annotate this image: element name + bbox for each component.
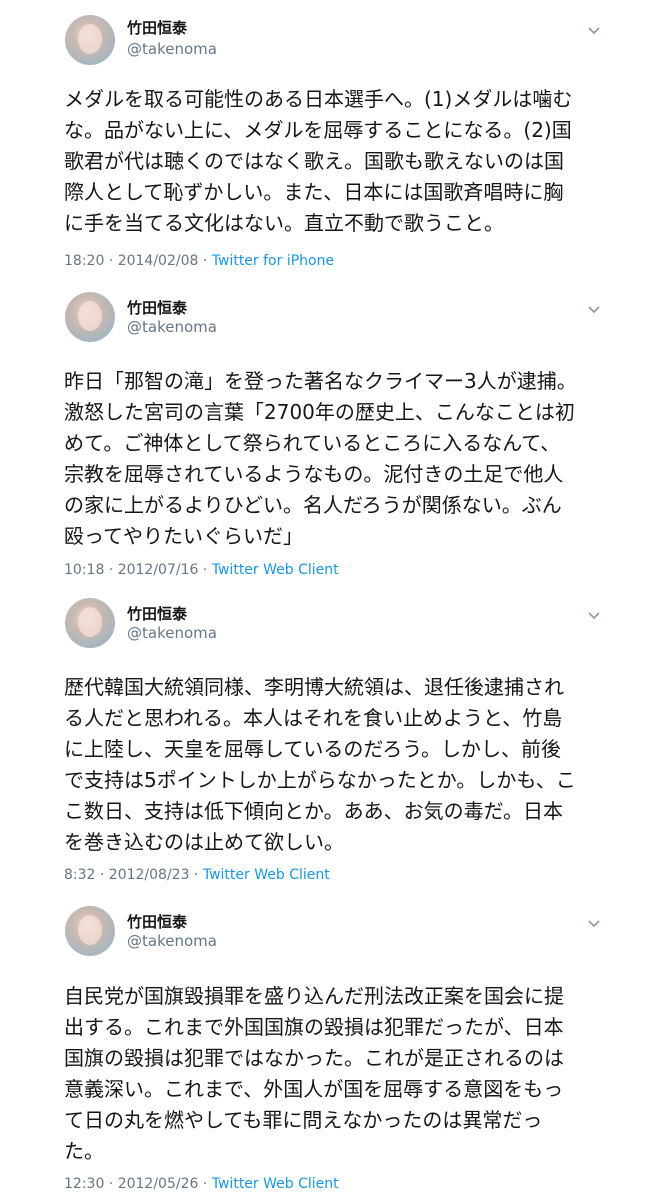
avatar[interactable] xyxy=(65,15,115,65)
tweet-source-link[interactable]: Twitter Web Client xyxy=(203,867,330,883)
tweet-text-line: て日の丸を燃やしても罪に問えなかったのは異常だっ xyxy=(64,1108,543,1132)
tweet-text: 自民党が国旗毀損罪を盛り込んだ刑法改正案を国会に提 出する。これまで外国国旗の毀… xyxy=(64,981,624,1167)
tweet-timestamp[interactable]: 18:20 · 2014/02/08 · xyxy=(64,253,212,269)
tweet-text-line: 自民党が国旗毀損罪を盛り込んだ刑法改正案を国会に提 xyxy=(64,984,564,1008)
tweet-text-line: な。品がない上に、メダルを屈辱することになる。(2)国 xyxy=(64,118,572,142)
tweet-meta: 10:18 · 2012/07/16 · Twitter Web Client xyxy=(64,561,339,579)
chevron-down-icon[interactable] xyxy=(586,301,602,317)
tweet-text-line: で支持は5ポイントしか上がらなかったとか。しかも、こ xyxy=(64,768,576,792)
tweet-meta: 18:20 · 2014/02/08 · Twitter for iPhone xyxy=(64,252,334,270)
tweet-text-line: 昨日「那智の滝」を登った著名なクライマー3人が逮捕。 xyxy=(64,369,577,393)
author-name[interactable]: 竹田恒泰 xyxy=(127,18,187,38)
tweet-text-line: 歌君が代は聴くのではなく歌え。国歌も歌えないのは国 xyxy=(64,149,564,173)
tweet-meta: 12:30 · 2012/05/26 · Twitter Web Client xyxy=(64,1175,339,1193)
tweet-text-line: 殴ってやりたいぐらいだ」 xyxy=(64,524,303,548)
tweet-text: 歴代韓国大統領同様、李明博大統領は、退任後逮捕され る人だと思われる。本人はそれ… xyxy=(64,672,624,858)
tweet-text-line: 歴代韓国大統領同様、李明博大統領は、退任後逮捕され xyxy=(64,675,564,699)
author-handle[interactable]: @takenoma xyxy=(127,317,217,337)
tweet-text-line: る人だと思われる。本人はそれを食い止めようと、竹島 xyxy=(64,706,563,730)
tweet-text-line: た。 xyxy=(64,1139,104,1163)
author-name[interactable]: 竹田恒泰 xyxy=(127,604,187,624)
tweet-text-line: めて。ご神体として祭られているところに入るなんて、 xyxy=(64,431,561,455)
tweet-timestamp[interactable]: 10:18 · 2012/07/16 · xyxy=(64,562,212,578)
tweet-text-line: の家に上がるよりひどい。名人だろうが関係ない。ぶん xyxy=(64,493,562,517)
tweet-meta: 8:32 · 2012/08/23 · Twitter Web Client xyxy=(64,866,330,884)
tweet-text-line: 宗教を屈辱されているようなもの。泥付きの土足で他人 xyxy=(64,462,564,486)
tweet-timestamp[interactable]: 12:30 · 2012/05/26 · xyxy=(64,1176,212,1192)
tweet-text-line: 際人として恥ずかしい。また、日本には国歌斉唱時に胸 xyxy=(64,180,564,204)
tweet-source-link[interactable]: Twitter Web Client xyxy=(212,1176,339,1192)
tweet-text-line: 国旗の毀損は犯罪ではなかった。これが是正されるのは xyxy=(64,1046,564,1070)
tweet-text-line: 出する。これまで外国国旗の毀損は犯罪だったが、日本 xyxy=(64,1015,564,1039)
chevron-down-icon[interactable] xyxy=(586,22,602,38)
tweet-text-line: 意義深い。これまで、外国人が国を屈辱する意図をもっ xyxy=(64,1077,564,1101)
avatar[interactable] xyxy=(65,598,115,648)
tweet-text-line: こ数日、支持は低下傾向とか。ああ、お気の毒だ。日本 xyxy=(64,799,563,823)
chevron-down-icon[interactable] xyxy=(586,915,602,931)
tweet-text: メダルを取る可能性のある日本選手へ。(1)メダルは噛む な。品がない上に、メダル… xyxy=(64,84,624,239)
tweet-text-line: に手を当てる文化はない。直立不動で歌うこと。 xyxy=(64,211,504,235)
tweet-text: 昨日「那智の滝」を登った著名なクライマー3人が逮捕。 激怒した宮司の言葉「270… xyxy=(64,366,624,552)
tweet-source-link[interactable]: Twitter Web Client xyxy=(212,562,339,578)
author-handle[interactable]: @takenoma xyxy=(127,623,217,643)
author-handle[interactable]: @takenoma xyxy=(127,931,217,951)
author-name[interactable]: 竹田恒泰 xyxy=(127,298,187,318)
tweet-text-line: に上陸し、天皇を屈辱しているのだろう。しかし、前後 xyxy=(64,737,561,761)
tweet-text-line: 激怒した宮司の言葉「2700年の歴史上、こんなことは初 xyxy=(64,400,575,424)
avatar[interactable] xyxy=(65,292,115,342)
tweet-text-line: を巻き込むのは止めて欲しい。 xyxy=(64,830,344,854)
avatar[interactable] xyxy=(65,906,115,956)
author-name[interactable]: 竹田恒泰 xyxy=(127,912,187,932)
tweet-text-line: メダルを取る可能性のある日本選手へ。(1)メダルは噛む xyxy=(64,87,573,111)
tweet-source-link[interactable]: Twitter for iPhone xyxy=(212,253,334,269)
tweet-timestamp[interactable]: 8:32 · 2012/08/23 · xyxy=(64,867,203,883)
chevron-down-icon[interactable] xyxy=(586,607,602,623)
author-handle[interactable]: @takenoma xyxy=(127,39,217,59)
